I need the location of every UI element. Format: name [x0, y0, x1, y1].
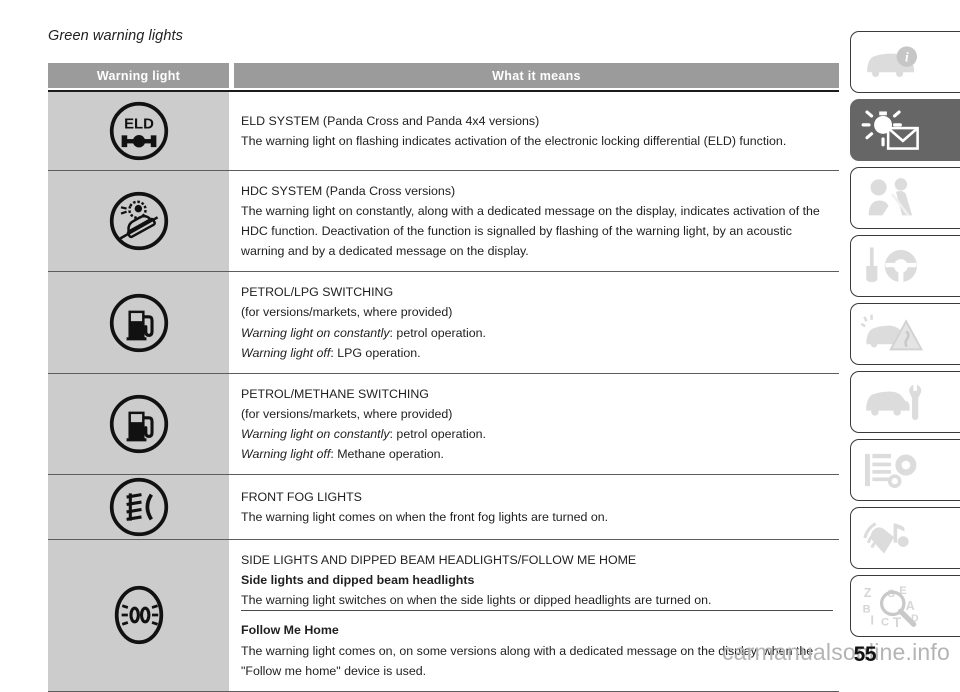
warning-light-description-cell: PETROL/METHANE SWITCHING (for versions/m…	[229, 373, 839, 475]
tab-car-maintenance[interactable]	[850, 371, 960, 433]
row-line: Warning light off: LPG operation.	[241, 343, 833, 363]
warning-light-description-cell: HDC SYSTEM (Panda Cross versions) The wa…	[229, 171, 839, 272]
row-line: SIDE LIGHTS AND DIPPED BEAM HEADLIGHTS/F…	[241, 553, 637, 568]
row-line-emphasis: Warning light off	[241, 447, 331, 462]
row-line: Warning light off: Methane operation.	[241, 444, 833, 464]
svg-text:Z: Z	[864, 586, 872, 600]
tab-occupant-safety[interactable]	[850, 167, 960, 229]
row-subheading: Side lights and dipped beam headlights	[241, 573, 475, 588]
row-line: The warning light on constantly, along w…	[241, 204, 820, 259]
side-lights-dipped-beam-icon	[114, 586, 163, 645]
starting-driving-icon	[866, 247, 918, 283]
warning-light-icon-cell	[48, 475, 229, 540]
tab-multimedia[interactable]	[850, 507, 960, 569]
warning-lights-messages-icon	[861, 110, 919, 150]
warning-light-icon-cell	[48, 540, 229, 691]
row-line-suffix: : Methane operation.	[330, 447, 444, 462]
row-line-suffix: : petrol operation.	[389, 325, 486, 340]
warning-light-description-cell: ELD SYSTEM (Panda Cross and Panda 4x4 ve…	[229, 92, 839, 170]
fuel-pump-icon	[109, 394, 168, 454]
multimedia-icon	[863, 522, 909, 554]
row-line-emphasis: Warning light on constantly	[241, 325, 390, 340]
warning-light-icon-cell	[48, 171, 229, 272]
occupant-safety-icon	[868, 178, 913, 217]
row-line-emphasis: Warning light off	[241, 345, 331, 360]
row-line: The warning light comes on, on some vers…	[241, 643, 814, 678]
table-row: ELD ELD SYSTEM (Panda Cross and Panda 4x…	[48, 92, 839, 171]
column-header-what-it-means: What it means	[234, 63, 839, 88]
table-row: FRONT FOG LIGHTS The warning light comes…	[48, 475, 839, 541]
warning-light-icon-cell	[48, 373, 229, 475]
emergency-icon	[860, 314, 924, 351]
row-line: The warning light comes on when the fron…	[241, 510, 609, 525]
svg-text:I: I	[870, 613, 873, 627]
table-header-row: Warning light What it means	[48, 63, 839, 88]
front-fog-lights-icon	[109, 477, 168, 537]
warning-light-icon-cell: ELD	[48, 92, 229, 170]
fuel-pump-icon	[109, 293, 168, 352]
svg-text:ELD: ELD	[124, 117, 154, 133]
technical-specifications-icon	[864, 453, 917, 488]
tab-emergency[interactable]	[850, 303, 960, 365]
page-title: Green warning lights	[48, 28, 183, 44]
warning-light-description-cell: FRONT FOG LIGHTS The warning light comes…	[229, 475, 839, 540]
table-row: SIDE LIGHTS AND DIPPED BEAM HEADLIGHTS/F…	[48, 540, 839, 692]
row-line: Warning light on constantly: petrol oper…	[241, 323, 833, 343]
row-line: (for versions/markets, where provided)	[241, 406, 453, 421]
warning-light-icon-cell	[48, 272, 229, 373]
row-line-suffix: : petrol operation.	[389, 426, 486, 441]
row-line: (for versions/markets, where provided)	[241, 305, 453, 320]
tab-warning-lights-messages[interactable]	[850, 99, 960, 161]
svg-text:B: B	[863, 604, 871, 616]
warning-lights-table: Warning light What it means ELD ELD SYST…	[48, 63, 839, 692]
svg-text:C: C	[881, 617, 889, 629]
car-info-icon: i	[867, 46, 917, 77]
row-line: PETROL/METHANE SWITCHING	[241, 386, 429, 401]
row-line: The warning light switches on when the s…	[241, 593, 712, 608]
row-line: Warning light on constantly: petrol oper…	[241, 424, 833, 444]
row-line-emphasis: Warning light on constantly	[241, 426, 390, 441]
table-row: PETROL/LPG SWITCHING (for versions/marke…	[48, 272, 839, 374]
hdc-system-icon	[109, 192, 168, 251]
row-line: The warning light on flashing indicates …	[241, 134, 787, 148]
row-subheading: Follow Me Home	[241, 610, 833, 640]
warning-light-description-cell: SIDE LIGHTS AND DIPPED BEAM HEADLIGHTS/F…	[229, 540, 839, 691]
row-line-suffix: : LPG operation.	[330, 345, 421, 360]
page-number: 55	[853, 643, 877, 666]
alphabetical-index-icon: Z B I C T E A D S	[863, 585, 919, 629]
tab-car-info[interactable]: i	[850, 31, 960, 93]
row-line: HDC SYSTEM (Panda Cross versions)	[241, 184, 456, 198]
section-tab-rail: i Z B I C T E A D S	[850, 31, 960, 637]
svg-text:T: T	[893, 615, 902, 629]
row-line: PETROL/LPG SWITCHING	[241, 285, 394, 300]
warning-light-description-cell: PETROL/LPG SWITCHING (for versions/marke…	[229, 272, 839, 373]
tab-technical-specifications[interactable]	[850, 439, 960, 501]
row-line: FRONT FOG LIGHTS	[241, 490, 362, 505]
table-row: HDC SYSTEM (Panda Cross versions) The wa…	[48, 171, 839, 273]
tab-starting-and-driving[interactable]	[850, 235, 960, 297]
svg-text:A: A	[906, 599, 915, 613]
table-row: PETROL/METHANE SWITCHING (for versions/m…	[48, 373, 839, 476]
tab-alphabetical-index[interactable]: Z B I C T E A D S	[850, 575, 960, 637]
row-line: ELD SYSTEM (Panda Cross and Panda 4x4 ve…	[241, 113, 540, 128]
car-maintenance-icon	[866, 384, 922, 420]
eld-system-icon: ELD	[109, 101, 168, 161]
column-header-warning-light: Warning light	[48, 63, 229, 88]
svg-text:i: i	[905, 49, 909, 64]
